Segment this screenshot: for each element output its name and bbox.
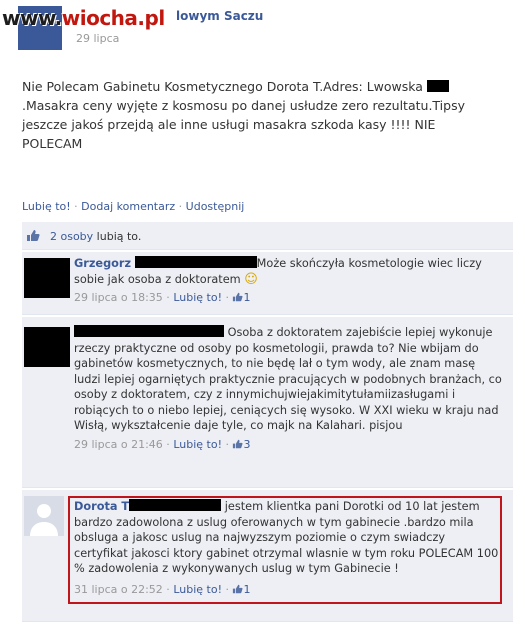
comment-like-count[interactable]: 3 <box>243 438 250 451</box>
comment-body: Grzegorz Może skończyła kosmetologie wie… <box>74 256 504 306</box>
comment-avatar[interactable] <box>24 258 70 298</box>
comment-avatar[interactable] <box>24 327 70 367</box>
action-separator: · <box>70 200 82 213</box>
likes-bar: 2 osoby lubią to. <box>22 222 513 250</box>
post-message: Nie Polecam Gabinetu Kosmetycznego Dorot… <box>22 77 492 153</box>
action-separator: · <box>175 200 186 213</box>
thumbs-up-icon <box>26 229 40 242</box>
share-link[interactable]: Udostępnij <box>186 200 245 213</box>
comment-date[interactable]: 29 lipca o 21:46 <box>74 438 163 451</box>
comment-like-link[interactable]: Lubię to! <box>173 438 222 451</box>
comment-meta: 29 lipca o 21:46 · Lubię to! · 3 <box>74 437 251 451</box>
post-actions: Lubię to! · Dodaj komentarz · Udostępnij <box>22 200 244 213</box>
comment-item: Grzegorz Może skończyła kosmetologie wie… <box>22 252 513 315</box>
page-name-link[interactable]: lowym Saczu <box>176 9 263 23</box>
like-link[interactable]: Lubię to! <box>22 200 71 213</box>
comment-link[interactable]: Dodaj komentarz <box>81 200 175 213</box>
watermark-site: wiocha.pl <box>61 6 165 30</box>
watermark-logo: www.wiocha.pl <box>2 6 165 30</box>
comment-like-link[interactable]: Lubię to! <box>173 291 222 304</box>
comment-author[interactable]: Grzegorz <box>74 257 131 270</box>
default-user-icon <box>24 496 64 536</box>
post-header: www.wiocha.pl lowym Saczu 29 lipca <box>0 0 513 52</box>
thumbs-up-icon <box>232 291 244 302</box>
comment-body: Osoba z doktoratem zajebiście lepiej wyk… <box>74 325 504 452</box>
highlight-box <box>68 496 502 604</box>
censor-bar <box>74 325 224 337</box>
likes-suffix: lubią to. <box>93 230 142 243</box>
likers-link[interactable]: 2 osoby <box>50 230 93 243</box>
censor-bar <box>426 80 449 92</box>
censor-bar <box>134 256 257 268</box>
smiley-icon: ☺ <box>244 271 258 287</box>
post-date[interactable]: 29 lipca <box>76 32 119 45</box>
comment-meta: 29 lipca o 18:35 · Lubię to! · 1 <box>74 291 251 304</box>
comment-avatar[interactable] <box>24 496 64 536</box>
likes-summary: 2 osoby lubią to. <box>50 230 141 243</box>
comment-date[interactable]: 29 lipca o 18:35 <box>74 291 163 304</box>
comment-item: Osoba z doktoratem zajebiście lepiej wyk… <box>22 317 513 488</box>
comment-like-count[interactable]: 1 <box>243 291 250 304</box>
thumbs-up-icon <box>232 438 244 448</box>
comment-text: Osoba z doktoratem zajebiście lepiej wyk… <box>74 326 502 432</box>
post-text-part-1: Nie Polecam Gabinetu Kosmetycznego Dorot… <box>22 79 427 94</box>
watermark-www: www. <box>2 6 62 30</box>
post-text-part-2: .Masakra ceny wyjęte z kosmosu po danej … <box>22 98 465 151</box>
